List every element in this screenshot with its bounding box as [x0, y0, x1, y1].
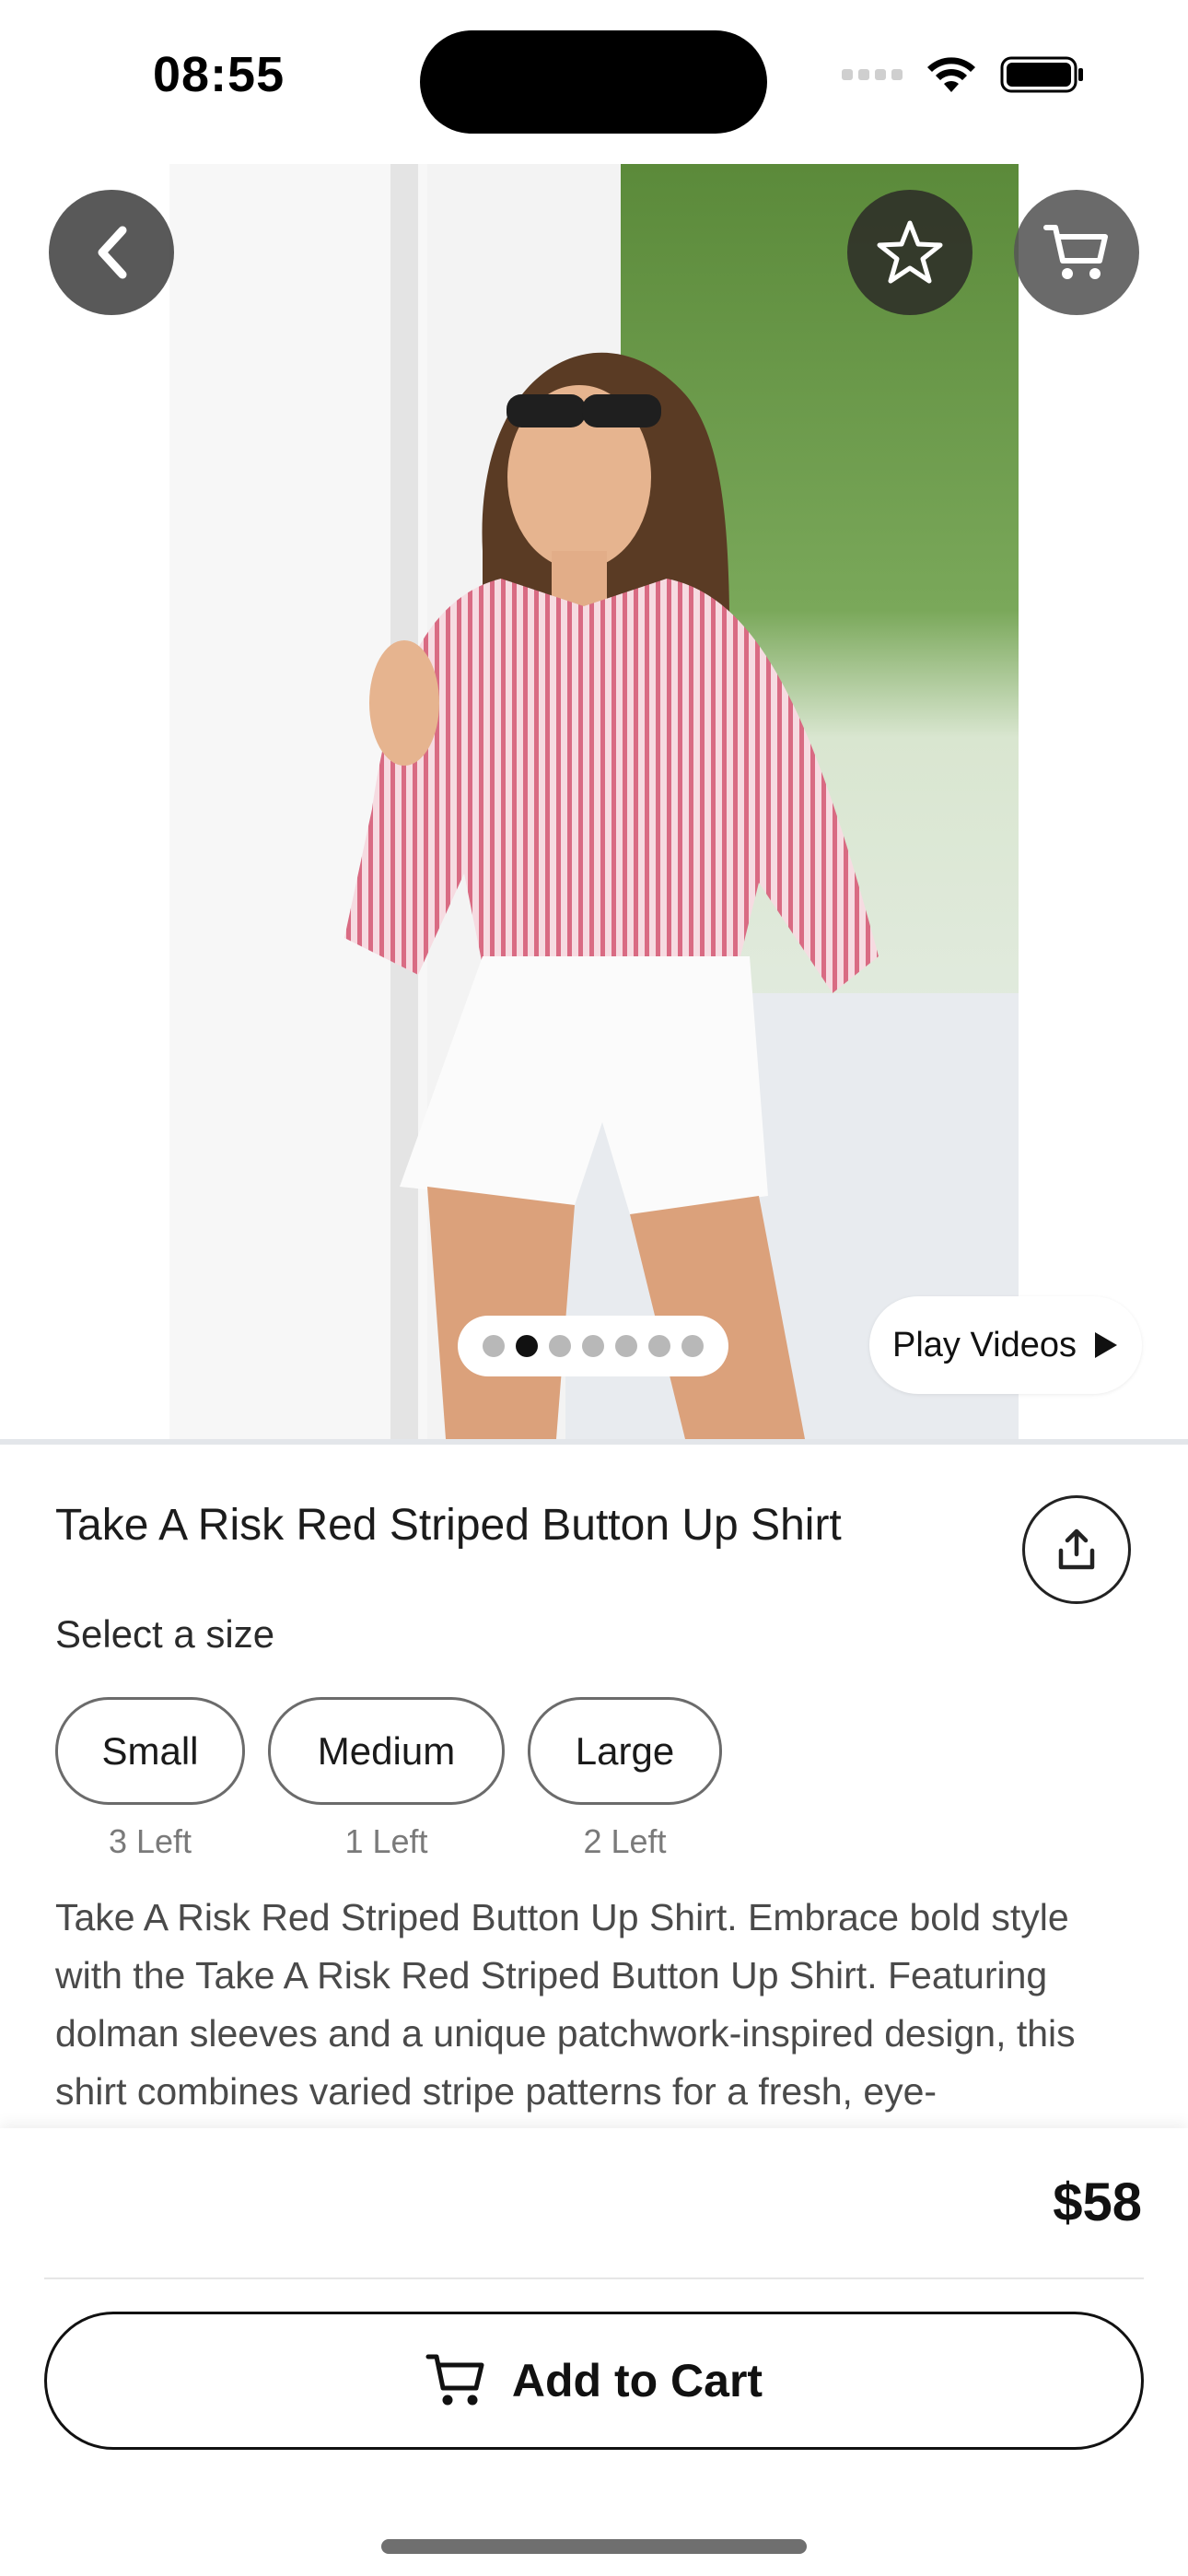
checkout-divider — [44, 2277, 1144, 2279]
stock-count-small: 3 Left — [108, 1822, 192, 1860]
size-option-large[interactable]: Large — [528, 1697, 722, 1805]
product-photo — [169, 164, 1019, 1439]
carousel-dot[interactable] — [549, 1335, 571, 1357]
share-button[interactable] — [1022, 1495, 1131, 1604]
share-icon — [1058, 1528, 1095, 1570]
battery-icon — [1000, 56, 1083, 93]
carousel-dot[interactable] — [648, 1335, 670, 1357]
back-button[interactable] — [49, 190, 174, 315]
size-option-medium[interactable]: Medium — [268, 1697, 505, 1805]
size-option-small[interactable]: Small — [55, 1697, 245, 1805]
carousel-dot[interactable] — [483, 1335, 505, 1357]
play-videos-label: Play Videos — [892, 1325, 1077, 1364]
carousel-dot-active[interactable] — [516, 1335, 538, 1357]
stock-count-large: 2 Left — [583, 1822, 667, 1860]
wifi-icon — [927, 57, 975, 92]
chevron-left-icon — [98, 226, 127, 279]
size-prompt: Select a size — [55, 1612, 275, 1656]
status-time: 08:55 — [153, 47, 285, 102]
play-icon — [1094, 1332, 1117, 1358]
status-bar: 08:55 — [0, 0, 1188, 157]
cart-icon — [425, 2354, 484, 2406]
play-videos-button[interactable]: Play Videos — [869, 1296, 1142, 1394]
cellular-signal-icon — [842, 69, 903, 80]
stock-count-medium: 1 Left — [344, 1822, 428, 1860]
star-icon — [877, 220, 943, 284]
add-to-cart-button[interactable]: Add to Cart — [44, 2312, 1144, 2450]
dynamic-island — [420, 30, 767, 134]
carousel-page-indicator[interactable] — [458, 1316, 728, 1376]
product-description: Take A Risk Red Striped Button Up Shirt.… — [55, 1896, 1076, 2113]
product-price: $58 — [1053, 2172, 1142, 2232]
cart-icon — [1043, 225, 1108, 279]
add-to-cart-label: Add to Cart — [511, 2355, 763, 2406]
favorite-button[interactable] — [847, 190, 973, 315]
carousel-dot[interactable] — [681, 1335, 704, 1357]
status-icons — [842, 55, 1085, 94]
product-image-carousel[interactable]: Play Videos — [0, 157, 1188, 1439]
cart-button[interactable] — [1014, 190, 1139, 315]
hero-divider — [0, 1439, 1188, 1445]
carousel-dot[interactable] — [582, 1335, 604, 1357]
product-title: Take A Risk Red Striped Button Up Shirt — [55, 1501, 842, 1550]
carousel-dot[interactable] — [615, 1335, 637, 1357]
home-indicator[interactable] — [381, 2539, 807, 2554]
